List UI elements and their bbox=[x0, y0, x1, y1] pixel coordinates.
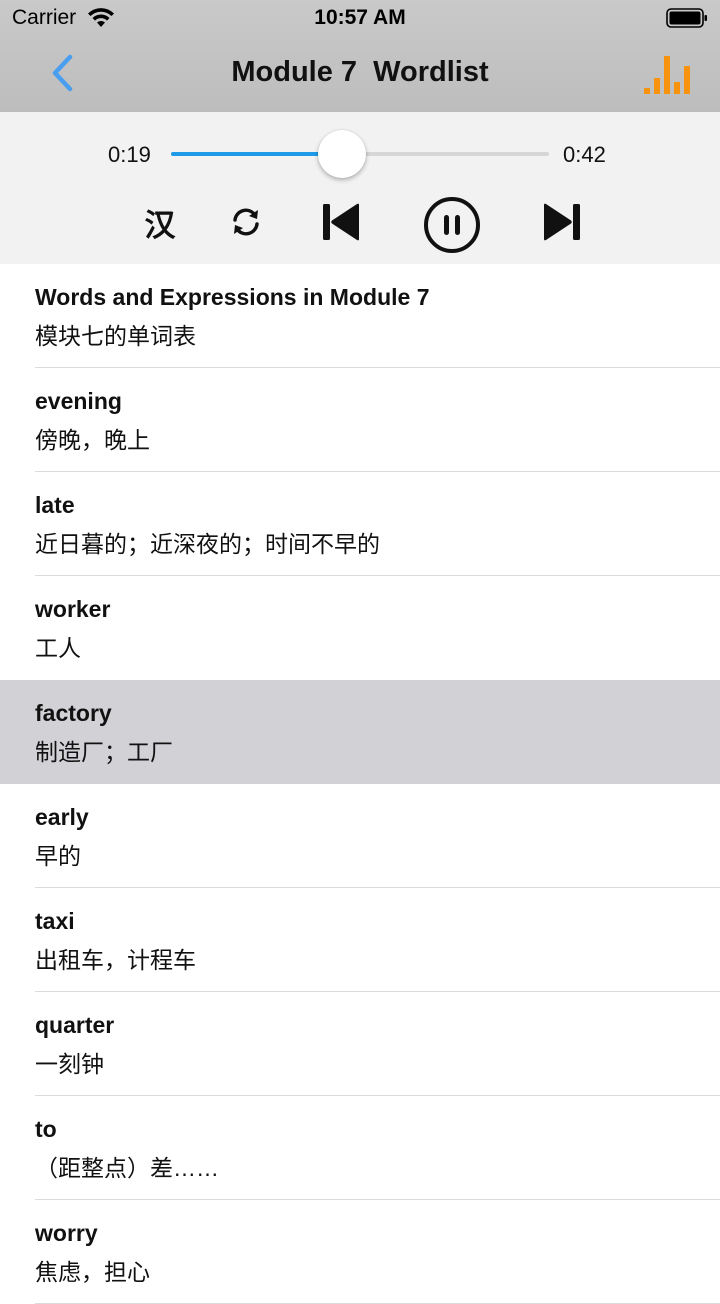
word-text: worry bbox=[35, 1220, 98, 1246]
meaning-text: 早的 bbox=[35, 843, 81, 869]
meaning-text: 制造厂；工厂 bbox=[35, 739, 173, 765]
word-text: evening bbox=[35, 388, 122, 414]
list-item[interactable]: evening 傍晚，晚上 bbox=[0, 368, 720, 472]
audio-player: 0:19 0:42 汉 bbox=[0, 112, 720, 264]
list-item[interactable]: taxi 出租车，计程车 bbox=[0, 888, 720, 992]
list-item[interactable]: quarter 一刻钟 bbox=[0, 992, 720, 1096]
repeat-icon bbox=[233, 208, 259, 236]
status-time: 10:57 AM bbox=[314, 6, 406, 29]
progress-slider[interactable] bbox=[171, 130, 549, 178]
navigation-bar: Module 7 Wordlist bbox=[0, 36, 720, 112]
meaning-text: 近日暮的；近深夜的；时间不早的 bbox=[35, 531, 380, 557]
word-text: taxi bbox=[35, 908, 75, 934]
meaning-text: 模块七的单词表 bbox=[35, 323, 196, 349]
skip-previous-icon bbox=[323, 203, 359, 241]
current-time: 0:19 bbox=[108, 142, 151, 167]
word-text: early bbox=[35, 804, 89, 830]
meaning-text: 工人 bbox=[35, 635, 81, 661]
skip-next-icon bbox=[544, 203, 580, 241]
word-text: worker bbox=[35, 596, 111, 622]
word-text: factory bbox=[35, 700, 112, 726]
list-item[interactable]: late 近日暮的；近深夜的；时间不早的 bbox=[0, 472, 720, 576]
list-item[interactable]: worker 工人 bbox=[0, 576, 720, 680]
page-title: Module 7 Wordlist bbox=[231, 56, 489, 88]
meaning-text: 一刻钟 bbox=[35, 1051, 104, 1077]
word-list: Words and Expressions in Module 7 模块七的单词… bbox=[0, 264, 720, 1304]
progress-fill bbox=[171, 152, 342, 156]
status-bar: Carrier 10:57 AM bbox=[0, 0, 720, 36]
bar-chart-icon[interactable] bbox=[644, 52, 690, 96]
word-text: Words and Expressions in Module 7 bbox=[35, 284, 430, 310]
repeat-button[interactable] bbox=[226, 202, 266, 242]
total-time: 0:42 bbox=[563, 142, 606, 167]
pause-button[interactable] bbox=[422, 195, 482, 255]
word-text: quarter bbox=[35, 1012, 115, 1038]
next-button[interactable] bbox=[540, 200, 584, 244]
previous-button[interactable] bbox=[319, 200, 363, 244]
word-text: late bbox=[35, 492, 75, 518]
meaning-text: （距整点）差…… bbox=[35, 1155, 219, 1181]
word-text: to bbox=[35, 1116, 57, 1142]
chinese-toggle-button[interactable]: 汉 bbox=[138, 200, 182, 244]
pause-circle-icon bbox=[424, 197, 480, 253]
list-item[interactable]: Words and Expressions in Module 7 模块七的单词… bbox=[0, 264, 720, 368]
meaning-text: 焦虑，担心 bbox=[35, 1259, 150, 1285]
meaning-text: 傍晚，晚上 bbox=[35, 427, 150, 453]
list-item[interactable]: early 早的 bbox=[0, 784, 720, 888]
progress-thumb[interactable] bbox=[317, 130, 366, 178]
list-item[interactable]: worry 焦虑，担心 bbox=[0, 1200, 720, 1304]
list-item[interactable]: factory 制造厂；工厂 bbox=[0, 680, 720, 784]
meaning-text: 出租车，计程车 bbox=[35, 947, 196, 973]
battery-icon bbox=[666, 8, 707, 28]
list-item[interactable]: to （距整点）差…… bbox=[0, 1096, 720, 1200]
header: Carrier 10:57 AM Module 7 Wordlist bbox=[0, 0, 720, 112]
